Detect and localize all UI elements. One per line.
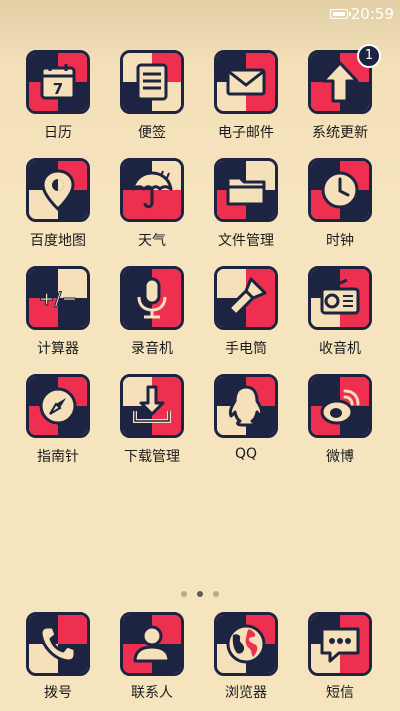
recorder-tile: [120, 266, 184, 330]
app-label: 手电筒: [225, 341, 267, 357]
app-label: 计算器: [37, 341, 79, 357]
radio-tile: [308, 266, 372, 330]
calculator-icon: +/−: [38, 288, 78, 311]
folder-tile: [214, 158, 278, 222]
app-label: 日历: [44, 125, 72, 141]
calendar-icon: 7: [40, 64, 76, 100]
map-pin-icon: [41, 169, 75, 212]
page-indicator: [0, 582, 400, 601]
app-label: 文件管理: [218, 233, 274, 249]
umbrella-icon: [131, 170, 173, 209]
app-label: 百度地图: [30, 233, 86, 249]
app-label: 电子邮件: [218, 125, 274, 141]
weibo-icon: [320, 389, 360, 425]
app-notes[interactable]: 便签: [105, 50, 199, 142]
flashlight-icon: [228, 277, 267, 316]
browser-tile: [214, 612, 278, 676]
app-system-update[interactable]: 1 系统更新: [293, 44, 387, 142]
app-radio[interactable]: 收音机: [293, 266, 387, 358]
dialer-tile: [26, 612, 90, 676]
page-dot[interactable]: [181, 591, 187, 597]
mail-tile: [214, 50, 278, 114]
radio-icon: [320, 278, 360, 315]
notes-tile: [120, 50, 184, 114]
update-arrow-icon: [321, 61, 359, 103]
app-weather[interactable]: 天气: [105, 158, 199, 250]
app-label: 时钟: [326, 233, 354, 249]
app-label: 指南针: [37, 449, 79, 465]
notes-icon: [136, 63, 168, 101]
download-tile: [120, 374, 184, 438]
app-label: 下载管理: [124, 449, 180, 465]
app-label: 便签: [138, 125, 166, 141]
app-calendar[interactable]: 7 日历: [11, 50, 105, 142]
calculator-tile: +/−: [26, 266, 90, 330]
app-label: 微博: [326, 449, 354, 465]
battery-icon: [330, 9, 351, 19]
contacts-tile: [120, 612, 184, 676]
app-dialer[interactable]: 拨号: [11, 612, 105, 702]
page-dot[interactable]: [213, 591, 219, 597]
status-time: 20:59: [350, 5, 394, 23]
app-label: 系统更新: [312, 125, 368, 141]
app-qq[interactable]: QQ: [199, 374, 293, 462]
app-label: 天气: [138, 233, 166, 249]
dock: 拨号 联系人 浏览器 短信: [0, 612, 400, 711]
app-weibo[interactable]: 微博: [293, 374, 387, 466]
page-dot-active[interactable]: [197, 591, 203, 597]
app-label: 录音机: [131, 341, 173, 357]
app-flashlight[interactable]: 手电筒: [199, 266, 293, 358]
app-mail[interactable]: 电子邮件: [199, 50, 293, 142]
app-compass[interactable]: 指南针: [11, 374, 105, 466]
folder-icon: [226, 176, 266, 206]
app-clock[interactable]: 时钟: [293, 158, 387, 250]
app-file-manager[interactable]: 文件管理: [199, 158, 293, 250]
penguin-icon: [228, 385, 264, 427]
message-icon: [320, 627, 360, 663]
globe-icon: [226, 624, 266, 664]
microphone-icon: [137, 277, 167, 319]
phone-icon: [39, 625, 77, 663]
update-badge: 1: [357, 44, 381, 68]
app-label: 拨号: [44, 685, 72, 701]
app-recorder[interactable]: 录音机: [105, 266, 199, 358]
status-bar: 20:59: [0, 0, 400, 30]
app-contacts[interactable]: 联系人: [105, 612, 199, 702]
app-label: 联系人: [131, 685, 173, 701]
app-calculator[interactable]: +/− 计算器: [11, 266, 105, 358]
clock-icon: [321, 171, 359, 209]
weibo-tile: [308, 374, 372, 438]
messages-tile: [308, 612, 372, 676]
calendar-day: 7: [53, 80, 63, 98]
qq-tile: [214, 374, 278, 438]
app-browser[interactable]: 浏览器: [199, 612, 293, 702]
compass-tile: [26, 374, 90, 438]
app-label: 短信: [326, 685, 354, 701]
map-tile: [26, 158, 90, 222]
app-label: 收音机: [319, 341, 361, 357]
app-messages[interactable]: 短信: [293, 612, 387, 702]
weather-tile: [120, 158, 184, 222]
app-label: 浏览器: [225, 685, 267, 701]
contact-icon: [133, 625, 171, 663]
compass-icon: [39, 387, 77, 425]
app-download-manager[interactable]: 下载管理: [105, 374, 199, 466]
app-baidu-map[interactable]: 百度地图: [11, 158, 105, 250]
app-label: QQ: [234, 446, 258, 462]
flashlight-tile: [214, 266, 278, 330]
calendar-tile: 7: [26, 50, 90, 114]
clock-tile: [308, 158, 372, 222]
download-icon: [133, 385, 171, 423]
calculator-symbol: +/−: [39, 288, 78, 310]
mail-icon: [226, 68, 266, 96]
